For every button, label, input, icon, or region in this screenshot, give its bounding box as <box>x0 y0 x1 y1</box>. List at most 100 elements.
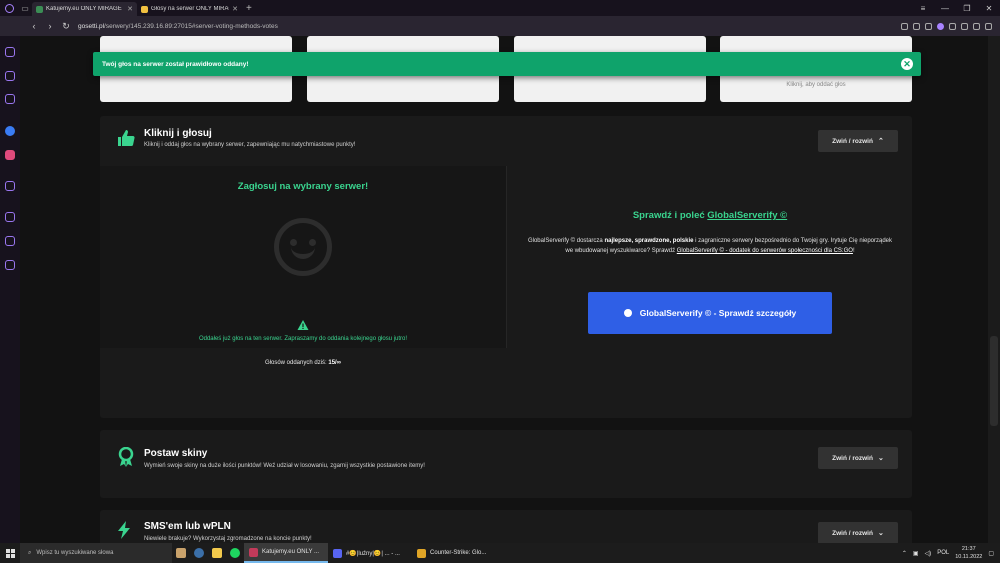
smiley-icon <box>274 218 332 276</box>
speed-dial-icon[interactable] <box>5 47 15 57</box>
collapse-toggle-button[interactable]: Zwiń / rozwiń ⌃ <box>818 130 898 152</box>
csgo-icon <box>417 548 426 558</box>
taskbar-app-csgo[interactable]: Counter-Strike: Glo... <box>412 543 496 563</box>
app-label: #😊|luźny|😊| ... - ... <box>346 550 400 557</box>
workspaces-icon[interactable]: ▭ <box>18 0 32 16</box>
file-explorer-icon[interactable] <box>208 543 226 563</box>
browser-sidebar <box>0 36 20 543</box>
votes-today-value: 15/∞ <box>328 360 341 366</box>
globalserverify-panel: Sprawdź i poleć GlobalServerify © Global… <box>506 166 912 348</box>
app-label: Katujemy.eu ONLY ... <box>262 549 320 555</box>
screen: ▭ Katujemy.eu ONLY MIRAGE ✕ Głosy na ser… <box>0 0 1000 563</box>
notifications-icon[interactable]: ▢ <box>988 550 994 557</box>
snap-icon[interactable]: ≡ <box>912 0 934 16</box>
share-icon[interactable] <box>901 22 908 30</box>
spotify-icon[interactable] <box>226 543 244 563</box>
bookmark-icon[interactable] <box>925 22 932 30</box>
close-window-icon[interactable]: ✕ <box>978 0 1000 16</box>
url-path: /serwery/145.239.16.89:27015#server-voti… <box>104 22 278 30</box>
twitch-icon[interactable] <box>5 94 15 104</box>
section-title: SMS'em lub wPLN <box>144 521 231 532</box>
warning-icon <box>297 318 309 330</box>
window-controls: ≡ — ❐ ✕ <box>912 0 1000 16</box>
globalserverify-details-button[interactable]: GlobalServerify © - Sprawdź szczegóły <box>588 292 832 334</box>
desc-bold: najlepsze, sprawdzone, polskie <box>604 238 694 244</box>
back-icon[interactable]: ‹ <box>26 21 42 31</box>
page-content: Kliknij, aby oddać głos Twój głos na ser… <box>20 36 1000 543</box>
globalserverify-addon-link[interactable]: GlobalServerify © - dodatek do serwerów … <box>677 248 853 254</box>
steam-icon[interactable] <box>190 543 208 563</box>
instagram-icon[interactable] <box>5 150 15 160</box>
settings-icon[interactable] <box>5 260 15 270</box>
toggle-label: Zwiń / rozwiń <box>832 454 873 462</box>
taskbar-app-discord[interactable]: #😊|luźny|😊| ... - ... <box>328 543 412 563</box>
taskbar-search[interactable]: ⌕ Wpisz tu wyszukiwane słowa <box>20 543 172 563</box>
globalserverify-link[interactable]: GlobalServerify © <box>707 210 787 221</box>
globalserverify-icon <box>623 309 632 317</box>
desc-text: GlobalServerify © dostarcza <box>527 238 603 244</box>
section-title: Kliknij i głosuj <box>144 128 212 139</box>
volume-icon[interactable]: ◁) <box>925 550 932 557</box>
tab-title: Głosy na serwer ONLY MIRAGE <box>151 6 230 12</box>
collapse-toggle-button[interactable]: Zwiń / rozwiń ⌄ <box>818 447 898 469</box>
url-domain: gosetti.pl <box>78 22 105 30</box>
tab-katujemy[interactable]: Katujemy.eu ONLY MIRAGE ✕ <box>32 2 137 16</box>
history-icon[interactable] <box>5 212 15 222</box>
tab-favicon-icon <box>36 5 43 13</box>
network-icon[interactable]: ▣ <box>913 550 919 557</box>
browser-logo-icon[interactable] <box>0 0 18 16</box>
lightning-icon <box>117 521 135 539</box>
start-button[interactable] <box>0 543 20 563</box>
section-header: Postaw skiny Wymień swoje skiny na duże … <box>100 430 912 480</box>
url-field[interactable]: gosetti.pl/serwery/145.239.16.89:27015#s… <box>78 23 278 30</box>
page-scrollbar[interactable] <box>988 36 1000 543</box>
language-indicator[interactable]: POL <box>937 550 949 556</box>
messenger-icon[interactable] <box>5 126 15 136</box>
chevron-down-icon: ⌄ <box>877 530 884 537</box>
discord-icon <box>333 548 342 558</box>
shopping-bag-icon[interactable] <box>5 71 15 81</box>
close-tab-icon[interactable]: ✕ <box>127 5 133 13</box>
restore-icon[interactable]: ❐ <box>956 0 978 16</box>
vote-panel: Zagłosuj na wybrany serwer! Oddałeś już … <box>100 166 506 366</box>
votes-today: Głosów oddanych dziś: 15/∞ <box>100 360 506 366</box>
skins-section: Postaw skiny Wymień swoje skiny na duże … <box>100 430 912 498</box>
app-label: Counter-Strike: Glo... <box>430 550 487 556</box>
vote-title: Zagłosuj na wybrany serwer! <box>237 181 369 192</box>
section-subtitle: Kliknij i oddaj głos na wybrany serwer, … <box>144 142 356 148</box>
vpn-icon[interactable] <box>937 22 944 30</box>
reload-icon[interactable]: ↻ <box>58 21 74 32</box>
close-icon[interactable]: ✕ <box>901 58 913 70</box>
section-header: SMS'em lub wPLN Niewiele brakuje? Wykorz… <box>100 510 912 543</box>
wallet-icon[interactable] <box>973 22 980 30</box>
widget-icon[interactable] <box>172 543 190 563</box>
tab-gosetti[interactable]: Głosy na serwer ONLY MIRAGE ✕ <box>137 2 242 16</box>
player-icon[interactable] <box>5 181 15 191</box>
search-icon: ⌕ <box>28 549 32 556</box>
forward-icon[interactable]: › <box>42 21 58 31</box>
extensions-icon[interactable] <box>961 22 968 30</box>
camera-icon[interactable] <box>913 22 920 30</box>
menu-icon[interactable] <box>985 22 992 30</box>
clock[interactable]: 21:37 10.11.2022 <box>955 545 982 561</box>
globalserverify-title-prefix: Sprawdź i poleć <box>632 210 705 221</box>
success-toast: Twój głos na serwer został prawidłowo od… <box>93 52 921 76</box>
collapse-toggle-button[interactable]: Zwiń / rozwiń ⌄ <box>818 522 898 543</box>
close-tab-icon[interactable]: ✕ <box>232 5 238 13</box>
section-subtitle: Wymień swoje skiny na duże ilości punktó… <box>144 463 425 469</box>
taskbar-app-browser[interactable]: Katujemy.eu ONLY ... <box>244 543 328 563</box>
address-bar-icons <box>901 22 1000 30</box>
desc-text: ! <box>852 248 855 254</box>
votes-today-label: Głosów oddanych dziś: <box>265 360 327 366</box>
toast-message: Twój głos na serwer został prawidłowo od… <box>102 60 249 68</box>
opera-gx-icon <box>249 547 258 557</box>
minimize-icon[interactable]: — <box>934 0 956 16</box>
scrollbar-thumb[interactable] <box>990 336 998 426</box>
tab-favicon-icon <box>141 5 148 13</box>
new-tab-icon[interactable]: + <box>246 3 252 14</box>
section-header: Kliknij i głosuj Kliknij i oddaj głos na… <box>100 116 912 166</box>
cube-icon[interactable] <box>5 236 15 246</box>
tray-chevron-icon[interactable]: ⌃ <box>902 550 907 557</box>
award-ribbon-icon <box>117 446 135 467</box>
heart-icon[interactable] <box>949 22 956 30</box>
